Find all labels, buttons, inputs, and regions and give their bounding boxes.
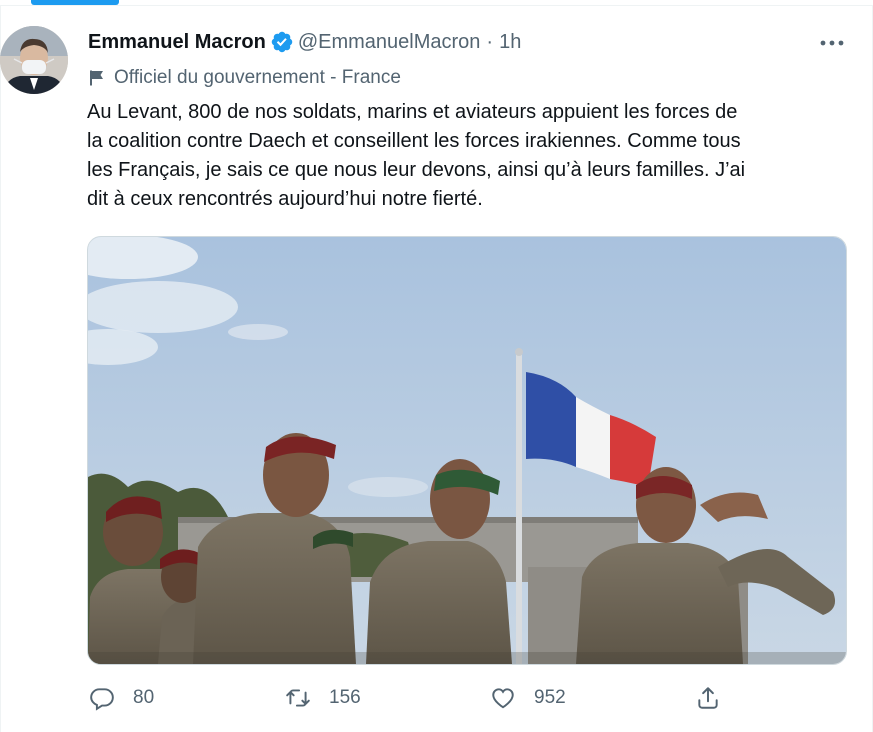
reply-icon: [90, 688, 114, 711]
account-label-text: Officiel du gouvernement - France: [114, 67, 401, 88]
heart-icon: [492, 688, 514, 709]
author-handle[interactable]: @EmmanuelMacron: [298, 31, 481, 54]
more-options-button[interactable]: [819, 32, 845, 48]
divider: [0, 5, 873, 6]
more-horizontal-icon: [820, 40, 844, 46]
retweet-icon: [286, 689, 310, 707]
soldiers-flag-photo: [88, 237, 846, 664]
retweet-count: 156: [329, 687, 361, 708]
avatar[interactable]: [0, 26, 68, 94]
flag-icon: [90, 70, 103, 86]
tweet-actions: 80 156 952: [87, 680, 827, 716]
share-icon: [698, 687, 718, 709]
timestamp[interactable]: 1h: [499, 31, 521, 54]
like-button[interactable]: 952: [490, 680, 566, 716]
like-count: 952: [534, 687, 566, 708]
verified-badge-icon: [271, 31, 293, 53]
tweet-header: Emmanuel Macron @EmmanuelMacron · 1h: [88, 26, 853, 58]
tweet-text: Au Levant, 800 de nos soldats, marins et…: [87, 101, 746, 210]
share-button[interactable]: [695, 680, 721, 716]
account-label[interactable]: Officiel du gouvernement - France: [88, 64, 401, 92]
tweet-photo[interactable]: [87, 236, 847, 665]
reply-button[interactable]: 80: [89, 680, 154, 716]
divider: [0, 5, 1, 732]
reply-count: 80: [133, 687, 155, 708]
separator-dot: ·: [486, 30, 494, 53]
author-name[interactable]: Emmanuel Macron: [88, 31, 266, 54]
retweet-button[interactable]: 156: [285, 680, 361, 716]
